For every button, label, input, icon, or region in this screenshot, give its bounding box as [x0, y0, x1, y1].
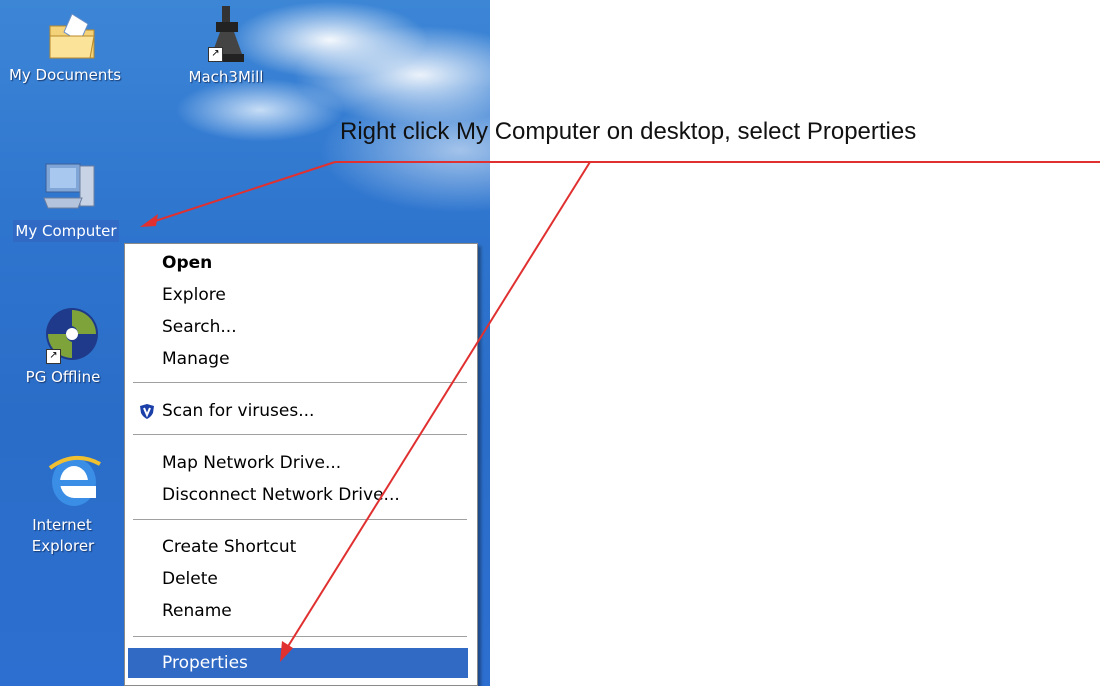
arrow-to-my-computer: [140, 161, 336, 227]
arrow-to-properties: [280, 161, 591, 662]
annotation-arrows: [140, 161, 1100, 662]
